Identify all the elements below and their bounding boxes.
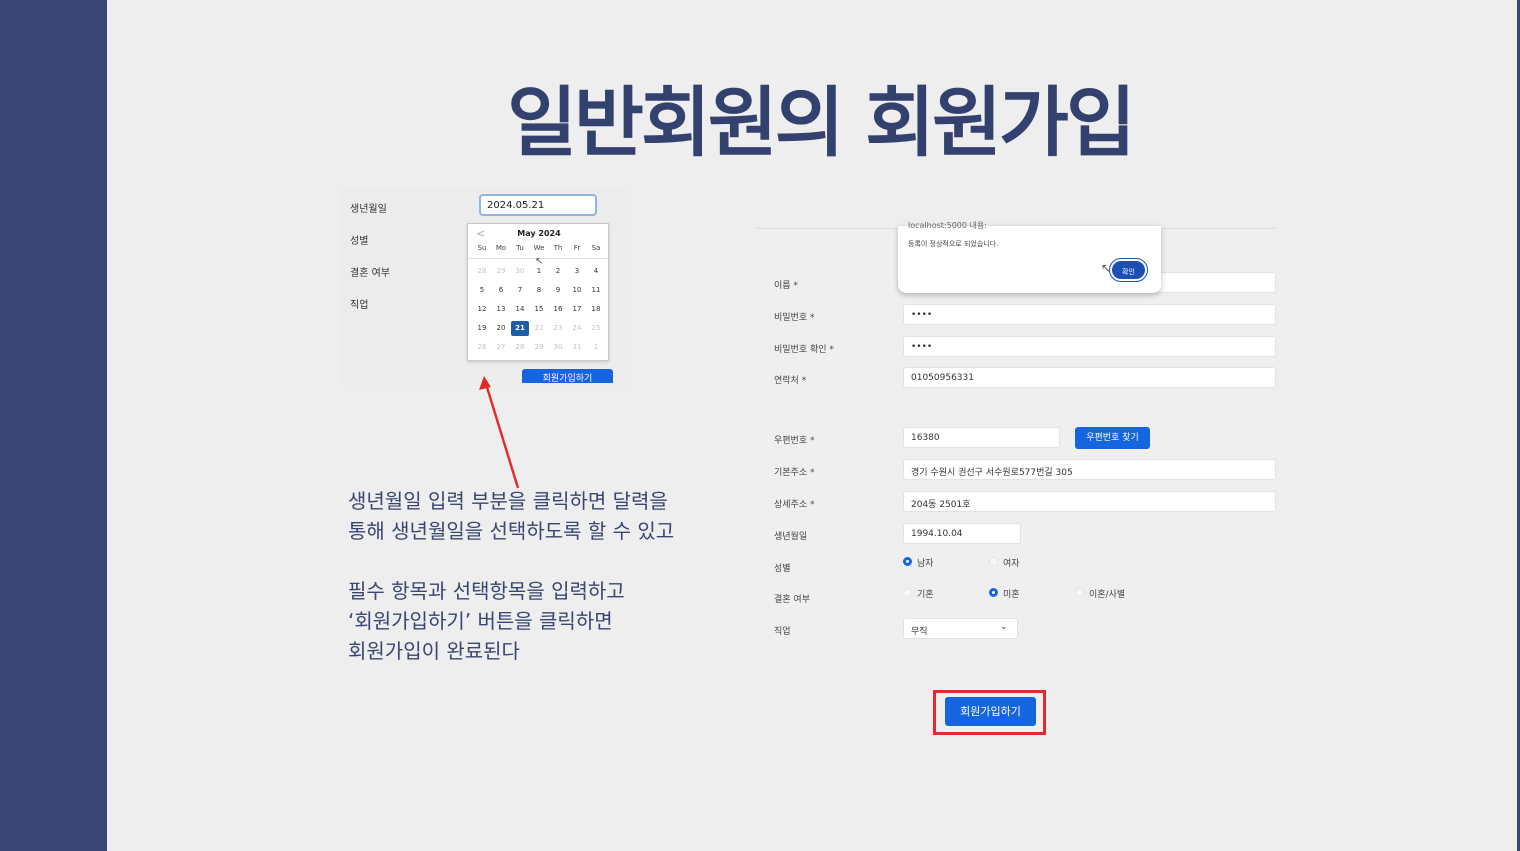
birth-right-input[interactable]: 1994.10.04 (903, 523, 1021, 544)
password-confirm-label: 비밀번호 확인 * (774, 345, 834, 355)
calendar-day[interactable]: 12 (473, 302, 491, 317)
phone-input[interactable]: 01050956331 (903, 367, 1276, 388)
calendar-day[interactable]: 19 (473, 321, 491, 336)
address-label: 기본주소 * (774, 468, 815, 478)
marriage-single-radio[interactable] (989, 588, 998, 597)
calendar-weekday: Mo (495, 244, 507, 252)
calendar-day[interactable]: 29 (492, 264, 510, 279)
alert-ok-button[interactable]: 확인 (1109, 258, 1148, 282)
calendar-day[interactable]: 16 (549, 302, 567, 317)
gender-right-label: 성별 (774, 564, 791, 574)
calendar-weekday: Tu (516, 244, 524, 252)
calendar-day[interactable]: 4 (587, 264, 605, 279)
zipcode-input[interactable]: 16380 (903, 427, 1060, 448)
calendar-weekday: We (533, 244, 545, 252)
marriage-divorced-label: 이혼/사별 (1089, 590, 1126, 600)
gender-male-radio[interactable] (903, 557, 912, 566)
description-line-4: ‘회원가입하기’ 버튼을 클릭하면 (348, 609, 613, 633)
marriage-married-label: 기혼 (917, 590, 934, 600)
job-right-label: 직업 (774, 627, 791, 637)
calendar-day[interactable]: 8 (530, 283, 548, 298)
date-picker-calendar: < May 2024 Su Mo Tu We Th Fr Sa 28 29 30 1 2 3 4 5 6 7 8… (467, 223, 609, 361)
calendar-weekday: Th (553, 244, 563, 252)
calendar-day[interactable]: 30 (549, 340, 567, 355)
calendar-day[interactable]: 26 (473, 340, 491, 355)
calendar-day[interactable]: 1 (587, 340, 605, 355)
alert-origin-text: localhost:5000 내용: (908, 221, 987, 230)
calendar-day[interactable]: 20 (492, 321, 510, 336)
calendar-day[interactable]: 21 (511, 321, 529, 336)
calendar-weekday: Sa (591, 244, 601, 252)
calendar-day[interactable]: 23 (549, 321, 567, 336)
description-line-1: 생년월일 입력 부분을 클릭하면 달력을 (348, 489, 668, 513)
slide-title: 일반회원의 회원가입 (507, 78, 1136, 167)
calendar-day[interactable]: 13 (492, 302, 510, 317)
calendar-day[interactable]: 31 (568, 340, 586, 355)
marriage-single-label: 미혼 (1003, 590, 1020, 600)
marriage-divorced-radio[interactable] (1075, 588, 1084, 597)
zipcode-search-button[interactable]: 우편번호 찾기 (1075, 427, 1150, 449)
description-line-5: 회원가입이 완료된다 (348, 639, 520, 663)
alert-message: 등록이 정상적으로 되었습니다. (908, 240, 999, 248)
calendar-day[interactable]: 18 (587, 302, 605, 317)
zipcode-label: 우편번호 * (774, 436, 815, 446)
alert-dialog: localhost:5000 내용: 등록이 정상적으로 되었습니다. 확인 (898, 221, 1161, 293)
calendar-day[interactable]: 30 (511, 264, 529, 279)
address-detail-label: 상세주소 * (774, 500, 815, 510)
calendar-day[interactable]: 9 (549, 283, 567, 298)
chevron-down-icon: ⌄ (1000, 622, 1008, 632)
calendar-day[interactable]: 25 (587, 321, 605, 336)
slide-sidebar (0, 0, 107, 851)
job-label: 직업 (350, 300, 369, 311)
calendar-day[interactable]: 24 (568, 321, 586, 336)
calendar-day[interactable]: 11 (587, 283, 605, 298)
phone-label: 연락처 * (774, 376, 807, 386)
password-label: 비밀번호 * (774, 313, 815, 323)
gender-female-label: 여자 (1003, 559, 1020, 569)
left-submit-button[interactable]: 회원가입하기 (522, 369, 613, 383)
calendar-day[interactable]: 28 (473, 264, 491, 279)
password-input[interactable]: •••• (903, 304, 1276, 325)
marriage-label: 결혼 여부 (350, 268, 390, 279)
cursor-icon: ↖ (1101, 261, 1112, 275)
address-detail-input[interactable]: 204동 2501호 (903, 491, 1276, 512)
calendar-day[interactable]: 17 (568, 302, 586, 317)
calendar-day[interactable]: 27 (492, 340, 510, 355)
name-label: 이름 * (774, 281, 798, 291)
address-input[interactable]: 경기 수원시 권선구 서수원로577번길 305 (903, 459, 1276, 480)
calendar-day[interactable]: 14 (511, 302, 529, 317)
password-confirm-input[interactable]: •••• (903, 336, 1276, 357)
calendar-day[interactable]: 15 (530, 302, 548, 317)
gender-male-label: 남자 (917, 559, 934, 569)
description-line-3: 필수 항목과 선택항목을 입력하고 (348, 579, 625, 603)
birth-right-label: 생년월일 (774, 532, 808, 542)
calendar-day[interactable]: 7 (511, 283, 529, 298)
calendar-day[interactable]: 10 (568, 283, 586, 298)
calendar-day[interactable]: 22 (530, 321, 548, 336)
calendar-day[interactable]: 29 (530, 340, 548, 355)
calendar-day[interactable]: 3 (568, 264, 586, 279)
gender-label: 성별 (350, 236, 369, 247)
gender-female-radio[interactable] (989, 557, 998, 566)
red-arrow-icon (479, 376, 520, 489)
marriage-right-label: 결혼 여부 (774, 595, 810, 605)
calendar-day[interactable]: 5 (473, 283, 491, 298)
calendar-month-title: May 2024 (517, 229, 561, 238)
calendar-day[interactable]: 6 (492, 283, 510, 298)
calendar-weekday: Su (477, 244, 487, 252)
calendar-weekday: Fr (573, 244, 581, 252)
cursor-icon-calendar: ↖ (535, 256, 544, 267)
submit-highlight-box (933, 690, 1046, 735)
calendar-day[interactable]: 2 (549, 264, 567, 279)
birth-date-input[interactable]: 2024.05.21 (479, 194, 597, 216)
birth-label: 생년월일 (350, 204, 387, 215)
description-line-2: 통해 생년월일을 선택하도록 할 수 있고 (348, 519, 675, 543)
calendar-day[interactable]: 28 (511, 340, 529, 355)
marriage-married-radio[interactable] (903, 588, 912, 597)
